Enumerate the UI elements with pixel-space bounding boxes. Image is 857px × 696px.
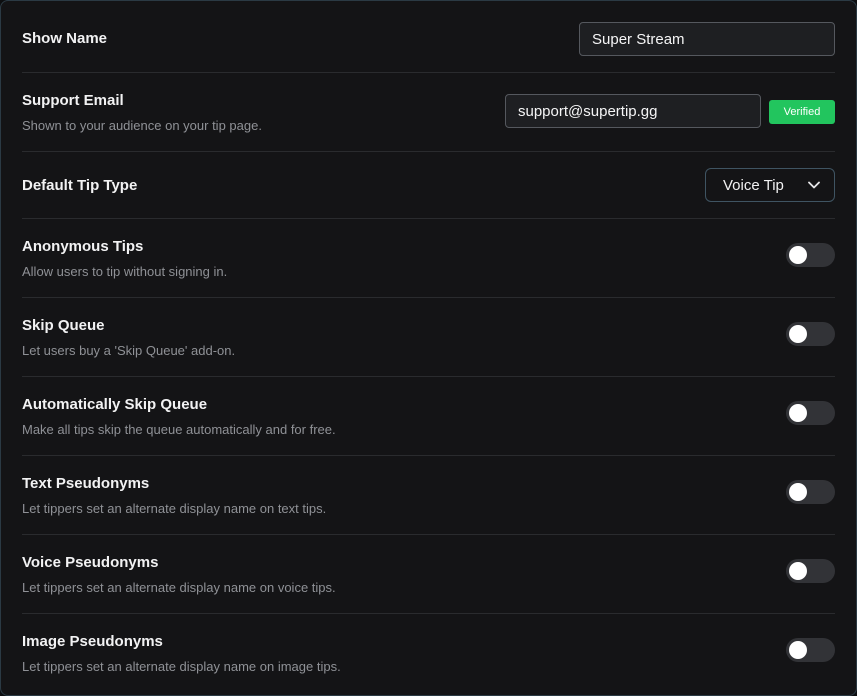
toggle-description: Allow users to tip without signing in.: [22, 264, 228, 279]
toggle-description: Let tippers set an alternate display nam…: [22, 659, 341, 674]
support-email-description: Shown to your audience on your tip page.: [22, 118, 262, 133]
skip-queue-toggle[interactable]: [786, 322, 835, 346]
voice-pseudonyms-row: Voice Pseudonyms Let tippers set an alte…: [22, 535, 835, 614]
support-email-input[interactable]: [505, 94, 761, 128]
auto-skip-queue-row: Automatically Skip Queue Make all tips s…: [22, 377, 835, 456]
show-name-label: Show Name: [22, 30, 108, 47]
voice-pseudonyms-toggle[interactable]: [786, 559, 835, 583]
toggle-knob: [789, 641, 807, 659]
auto-skip-queue-toggle[interactable]: [786, 401, 835, 425]
skip-queue-row: Skip Queue Let users buy a 'Skip Queue' …: [22, 298, 835, 377]
toggle-description: Let tippers set an alternate display nam…: [22, 580, 336, 595]
image-pseudonyms-row: Image Pseudonyms Let tippers set an alte…: [22, 614, 835, 695]
toggle-description: Make all tips skip the queue automatical…: [22, 422, 336, 437]
tip-type-select[interactable]: Voice Tip: [705, 168, 835, 202]
toggle-knob: [789, 325, 807, 343]
toggle-knob: [789, 562, 807, 580]
toggle-knob: [789, 246, 807, 264]
toggle-label: Skip Queue: [22, 317, 105, 334]
verified-badge: Verified: [769, 100, 835, 124]
show-name-row: Show Name: [22, 1, 835, 73]
tip-type-selected: Voice Tip: [723, 176, 784, 194]
support-email-label: Support Email: [22, 92, 124, 109]
show-name-input[interactable]: [579, 22, 835, 56]
toggle-description: Let tippers set an alternate display nam…: [22, 501, 327, 516]
toggle-knob: [789, 483, 807, 501]
toggle-label: Automatically Skip Queue: [22, 396, 208, 413]
settings-panel: Show Name Support Email Shown to your au…: [0, 0, 857, 696]
toggle-label: Anonymous Tips: [22, 238, 144, 255]
anonymous-tips-toggle[interactable]: [786, 243, 835, 267]
text-pseudonyms-toggle[interactable]: [786, 480, 835, 504]
toggle-label: Voice Pseudonyms: [22, 554, 159, 571]
image-pseudonyms-toggle[interactable]: [786, 638, 835, 662]
default-tip-type-row: Default Tip Type Voice Tip: [22, 152, 835, 219]
chevron-down-icon: [808, 181, 820, 189]
default-tip-type-label: Default Tip Type: [22, 177, 138, 194]
toggle-knob: [789, 404, 807, 422]
anonymous-tips-row: Anonymous Tips Allow users to tip withou…: [22, 219, 835, 298]
toggle-label: Text Pseudonyms: [22, 475, 150, 492]
text-pseudonyms-row: Text Pseudonyms Let tippers set an alter…: [22, 456, 835, 535]
support-email-row: Support Email Shown to your audience on …: [22, 73, 835, 152]
toggle-label: Image Pseudonyms: [22, 633, 163, 650]
toggle-description: Let users buy a 'Skip Queue' add-on.: [22, 343, 236, 358]
